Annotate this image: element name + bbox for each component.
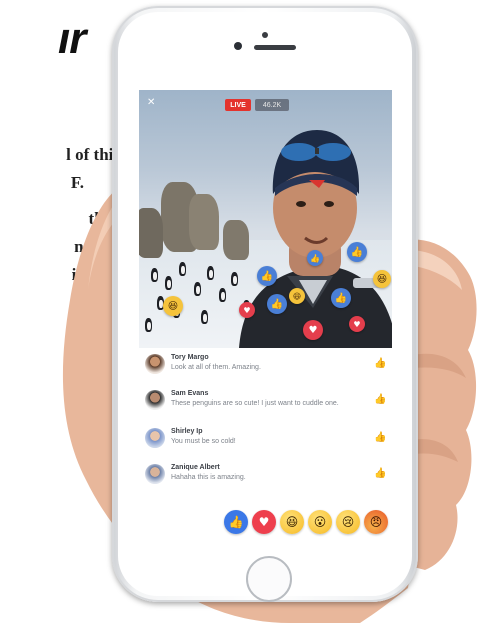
thumbs-up-icon[interactable]: 👍 bbox=[374, 394, 386, 406]
avatar[interactable] bbox=[145, 354, 165, 374]
comment-item: Sam Evans These penguins are so cute! I … bbox=[139, 386, 392, 422]
penguin bbox=[165, 276, 172, 290]
penguin bbox=[145, 318, 152, 332]
angry-icon[interactable]: 😠 bbox=[364, 510, 388, 534]
comment-text: Hahaha this is amazing. bbox=[171, 474, 246, 481]
floating-haha-icon: 😆 bbox=[289, 288, 305, 304]
viewer-count: 46.2K bbox=[255, 99, 289, 111]
floating-haha-icon: 😆 bbox=[163, 296, 183, 316]
avatar[interactable] bbox=[145, 390, 165, 410]
rock-formation bbox=[189, 194, 219, 250]
comment-author[interactable]: Zanique Albert bbox=[171, 464, 220, 471]
avatar[interactable] bbox=[145, 464, 165, 484]
comment-text: These penguins are so cute! I just want … bbox=[171, 400, 339, 407]
floating-love-icon: ♥ bbox=[349, 316, 365, 332]
like-icon[interactable]: 👍 bbox=[224, 510, 248, 534]
avatar[interactable] bbox=[145, 428, 165, 448]
haha-icon[interactable]: 😆 bbox=[280, 510, 304, 534]
comment-item: Shirley Ip You must be so cold! 👍 bbox=[139, 424, 392, 460]
phone-screen: ✕ LIVE 46.2K 👍 👍 👍 👍 👍 😆 😆 😆 ♥ ♥ ♥ Tory … bbox=[139, 90, 392, 542]
comment-author[interactable]: Sam Evans bbox=[171, 390, 208, 397]
floating-like-icon: 👍 bbox=[257, 266, 277, 286]
comment-list: Tory Margo Look at all of them. Amazing.… bbox=[139, 348, 392, 498]
close-icon[interactable]: ✕ bbox=[147, 98, 157, 108]
floating-haha-icon: 😆 bbox=[373, 270, 391, 288]
floating-like-icon: 👍 bbox=[347, 242, 367, 262]
floating-like-icon: 👍 bbox=[267, 294, 287, 314]
comment-author[interactable]: Shirley Ip bbox=[171, 428, 203, 435]
penguin bbox=[151, 268, 158, 282]
floating-love-icon: ♥ bbox=[303, 320, 323, 340]
comment-text: You must be so cold! bbox=[171, 438, 236, 445]
comment-author[interactable]: Tory Margo bbox=[171, 354, 209, 361]
front-camera bbox=[234, 42, 242, 50]
floating-like-icon: 👍 bbox=[331, 288, 351, 308]
floating-like-icon: 👍 bbox=[307, 250, 323, 266]
comment-item: Tory Margo Look at all of them. Amazing.… bbox=[139, 350, 392, 386]
penguin bbox=[194, 282, 201, 296]
earpiece-speaker bbox=[254, 45, 296, 50]
penguin bbox=[219, 288, 226, 302]
wow-icon[interactable]: 😮 bbox=[308, 510, 332, 534]
love-icon[interactable]: ♥ bbox=[252, 510, 276, 534]
reaction-bar: 👍 ♥ 😆 😮 😢 😠 bbox=[139, 502, 392, 542]
phone-device: ✕ LIVE 46.2K 👍 👍 👍 👍 👍 😆 😆 😆 ♥ ♥ ♥ Tory … bbox=[112, 6, 418, 602]
thumbs-up-icon[interactable]: 👍 bbox=[374, 358, 386, 370]
sad-icon[interactable]: 😢 bbox=[336, 510, 360, 534]
rock-formation bbox=[139, 208, 163, 258]
penguin bbox=[201, 310, 208, 324]
comment-item: Zanique Albert Hahaha this is amazing. 👍 bbox=[139, 460, 392, 496]
live-badge: LIVE bbox=[225, 99, 251, 111]
live-video[interactable]: ✕ LIVE 46.2K 👍 👍 👍 👍 👍 😆 😆 😆 ♥ ♥ ♥ bbox=[139, 90, 392, 348]
penguin bbox=[179, 262, 186, 276]
home-button[interactable] bbox=[246, 556, 292, 602]
thumbs-up-icon[interactable]: 👍 bbox=[374, 432, 386, 444]
proximity-sensor bbox=[262, 32, 268, 38]
penguin bbox=[207, 266, 214, 280]
thumbs-up-icon[interactable]: 👍 bbox=[374, 468, 386, 480]
floating-love-icon: ♥ bbox=[239, 302, 255, 318]
comment-text: Look at all of them. Amazing. bbox=[171, 364, 261, 371]
